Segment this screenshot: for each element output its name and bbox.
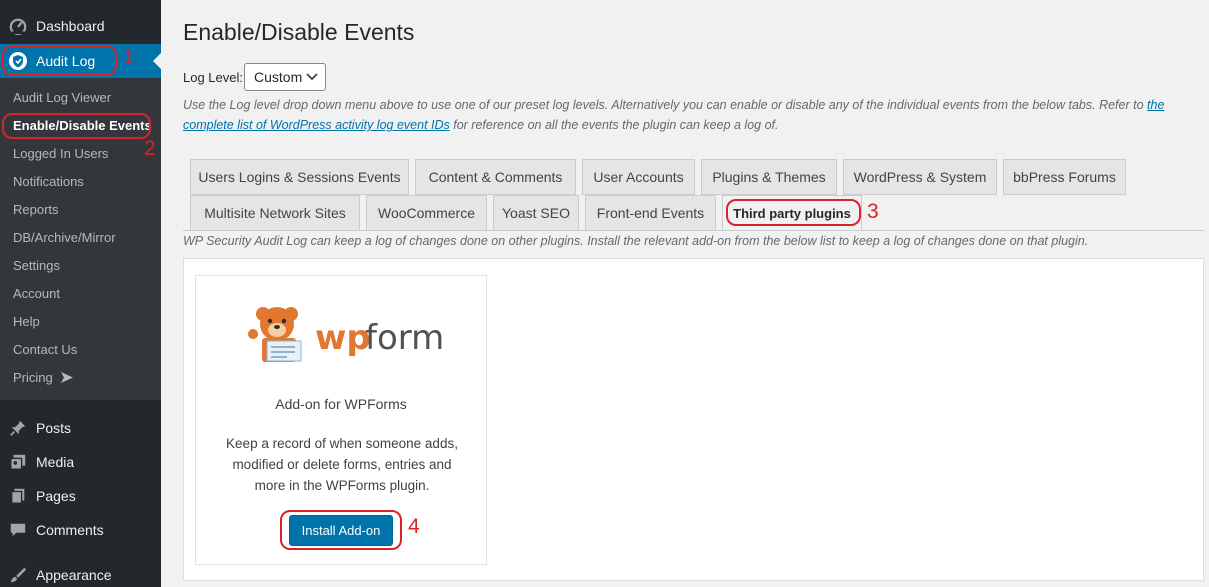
dashboard-icon [0,17,36,35]
addon-description: Keep a record of when someone adds, modi… [226,436,458,493]
submenu-pricing[interactable]: Pricing [13,370,74,386]
tab-front-end-events[interactable]: Front-end Events [585,195,716,231]
description-text-end: for reference on all the events the plug… [453,118,779,132]
submenu-settings[interactable]: Settings [13,258,60,273]
annotation-box-4 [280,510,402,550]
tab-wordpress-system[interactable]: WordPress & System [843,159,997,195]
tab-bbpress-forums[interactable]: bbPress Forums [1003,159,1126,195]
page-title: Enable/Disable Events [183,19,415,45]
tab-woocommerce[interactable]: WooCommerce [366,195,487,231]
menu-appearance-label: Appearance [36,567,112,583]
submenu-notifications[interactable]: Notifications [13,174,84,189]
submenu-db-archive-mirror[interactable]: DB/Archive/Mirror [13,230,116,245]
arrow-right-icon [61,371,74,386]
menu-media-label: Media [36,454,75,470]
submenu-logged-in-users[interactable]: Logged In Users [13,146,108,161]
pin-icon [0,419,36,437]
submenu-reports[interactable]: Reports [13,202,59,217]
log-level-value: Custom [254,69,303,85]
submenu-contact-us[interactable]: Contact Us [13,342,77,357]
menu-pages[interactable]: Pages [0,479,161,513]
annotation-number-2: 2 [144,137,156,160]
wpforms-logo: wp forms [243,300,462,364]
main-content: Enable/Disable Events Log Level: Custom … [161,0,1209,587]
tab-multisite-network[interactable]: Multisite Network Sites [190,195,360,231]
tabs-divider [183,230,1204,231]
svg-text:forms: forms [365,318,443,358]
tab-description: WP Security Audit Log can keep a log of … [183,234,1089,248]
chevron-down-icon [306,68,318,95]
log-level-label: Log Level: [183,70,243,85]
log-level-select[interactable]: Custom [244,63,326,91]
menu-posts-label: Posts [36,420,72,436]
menu-comments[interactable]: Comments [0,513,161,547]
tab-plugins-themes[interactable]: Plugins & Themes [701,159,837,195]
annotation-number-3: 3 [867,200,879,223]
submenu-account[interactable]: Account [13,286,60,301]
annotation-number-4: 4 [408,515,420,538]
menu-comments-label: Comments [36,522,104,538]
submenu-pricing-label: Pricing [13,370,53,385]
submenu-help[interactable]: Help [13,314,40,329]
menu-appearance[interactable]: Appearance [0,558,161,587]
media-icon [0,453,36,471]
menu-dashboard[interactable]: Dashboard [0,9,161,43]
pages-icon [0,487,36,505]
tab-user-accounts[interactable]: User Accounts [582,159,695,195]
tab-yoast-seo[interactable]: Yoast SEO [493,195,579,231]
menu-dashboard-label: Dashboard [36,18,105,34]
tab-users-logins[interactable]: Users Logins & Sessions Events [190,159,409,195]
comments-icon [0,521,36,539]
tab-content-comments[interactable]: Content & Comments [415,159,576,195]
annotation-box-1 [2,45,117,76]
current-menu-arrow [153,53,161,69]
svg-text:wp: wp [315,318,371,358]
admin-sidebar: Dashboard Audit Log Audit Log Viewer Ena… [0,0,161,587]
annotation-box-2 [2,113,151,139]
log-level-description: Use the Log level drop down menu above t… [183,95,1183,135]
description-text-start: Use the Log level drop down menu above t… [183,98,1144,112]
brush-icon [0,566,36,584]
annotation-box-3 [726,199,861,226]
menu-pages-label: Pages [36,488,76,504]
addon-title: Add-on for WPForms [275,396,407,412]
annotation-number-1: 1 [123,46,135,69]
submenu-audit-log-viewer[interactable]: Audit Log Viewer [13,90,111,105]
menu-posts[interactable]: Posts [0,411,161,445]
menu-media[interactable]: Media [0,445,161,479]
